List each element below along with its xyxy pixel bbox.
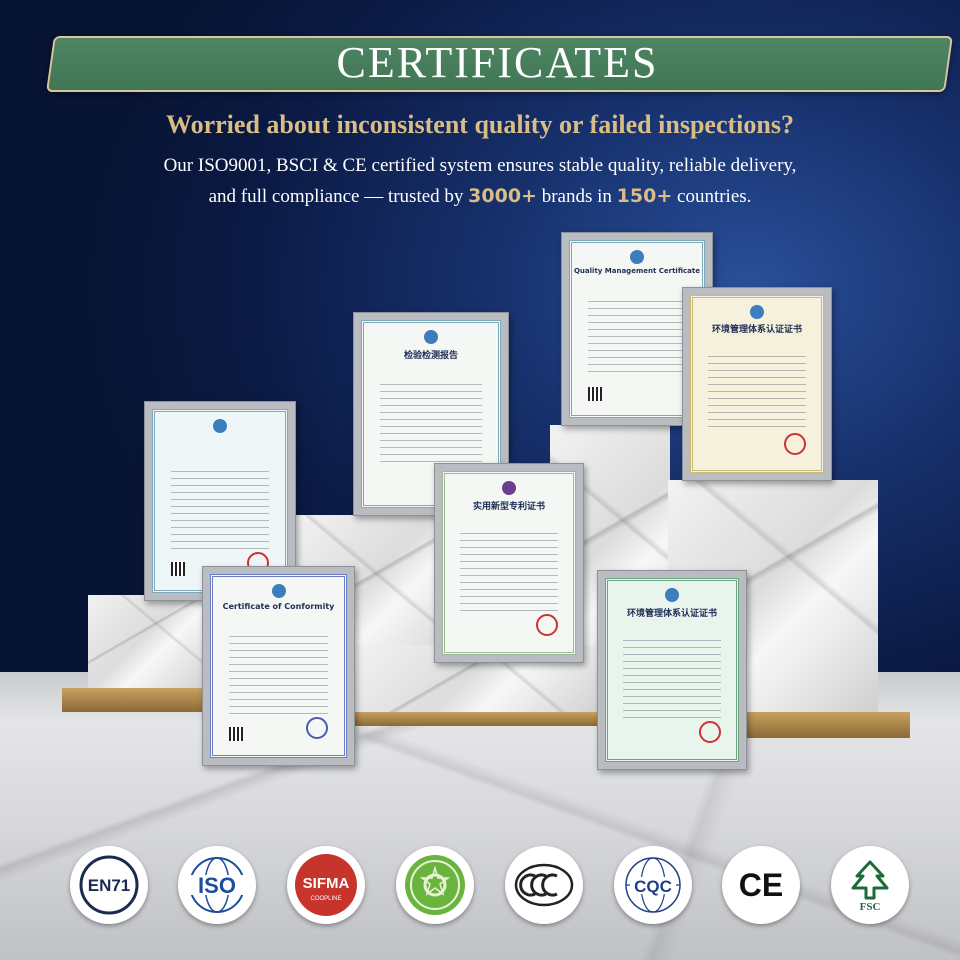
seal-icon <box>535 613 558 636</box>
green-mark-logo <box>396 846 474 924</box>
certificate-text <box>587 294 687 378</box>
fsc-label: FSC <box>860 901 881 913</box>
certificate-text <box>170 465 270 551</box>
en71-icon: EN71 <box>79 855 139 915</box>
page-title: CERTIFICATES <box>336 38 659 87</box>
subtitle: Our ISO9001, BSCI & CE certified system … <box>0 151 960 212</box>
background: CERTIFICATES Worried about inconsistent … <box>0 0 960 960</box>
en71-label: EN71 <box>88 876 131 895</box>
emblem-icon <box>213 419 227 434</box>
ccc-logo <box>505 846 583 924</box>
certificate: 环境管理体系认证证书 <box>605 578 739 762</box>
ce-label: CE <box>739 867 783 903</box>
emblem-icon <box>502 481 516 496</box>
en71-logo: EN71 <box>70 846 148 924</box>
gold-base <box>62 688 202 712</box>
ce-icon: CE <box>739 867 783 903</box>
sifma-logo: SIFMA COOPLINE <box>287 846 365 924</box>
emblem-icon <box>750 304 764 319</box>
fsc-icon: FSC <box>851 860 889 913</box>
certificate-title: 检验检测报告 <box>403 351 458 362</box>
subtitle-text: brands in <box>536 186 617 207</box>
certificate-frame: Certificate of Conformity <box>202 566 355 766</box>
green-mark-icon <box>405 855 465 915</box>
certificate-title: 环境管理体系认证证书 <box>711 325 802 336</box>
certification-logos: EN71 ISO SIFMA COOPLINE CQC CE FSC <box>0 846 960 926</box>
iso-label: ISO <box>198 873 236 898</box>
brands-count: 3000+ <box>468 185 537 207</box>
emblem-icon <box>271 584 286 599</box>
certificate-title: Certificate of Conformity <box>222 601 335 611</box>
iso-logo: ISO <box>178 846 256 924</box>
fsc-logo: FSC <box>831 846 909 924</box>
certificate: 实用新型专利证书 <box>442 471 576 655</box>
certificate-title: 实用新型专利证书 <box>472 501 545 512</box>
sifma-icon: SIFMA COOPLINE <box>295 854 357 916</box>
cqc-icon: CQC <box>625 857 681 913</box>
headline: Worried about inconsistent quality or fa… <box>166 110 794 139</box>
ce-logo: CE <box>722 846 800 924</box>
sifma-sublabel: COOPLINE <box>310 896 341 902</box>
emblem-icon <box>665 588 679 603</box>
sifma-label: SIFMA <box>303 875 350 892</box>
certificate-text <box>460 527 558 613</box>
marble-pedestal <box>88 595 208 690</box>
qr-code-icon <box>587 387 602 402</box>
certificate-text <box>708 349 806 433</box>
emblem-icon <box>424 330 438 345</box>
certificate-frame: 实用新型专利证书 <box>434 463 584 663</box>
ccc-icon <box>514 863 574 907</box>
certificate-frame: 环境管理体系认证证书 <box>682 287 832 481</box>
certificate-title: 环境管理体系认证证书 <box>626 608 717 619</box>
certificate: Certificate of Conformity <box>210 574 347 758</box>
seal-icon <box>698 720 721 743</box>
certificate-frame: 环境管理体系认证证书 <box>597 570 747 770</box>
certificate-text <box>380 377 482 465</box>
seal-icon <box>783 432 806 455</box>
subtitle-line-1: Our ISO9001, BSCI & CE certified system … <box>163 155 797 176</box>
certificate: 环境管理体系认证证书 <box>690 295 824 473</box>
certificate-text <box>623 634 721 720</box>
certificate-title: Quality Management Certificate <box>573 267 700 276</box>
subtitle-text: and full compliance — trusted by <box>208 186 469 207</box>
iso-icon: ISO <box>188 857 246 913</box>
countries-count: 150+ <box>616 185 673 207</box>
gold-base <box>735 712 910 738</box>
emblem-icon <box>630 249 644 264</box>
qr-code-icon <box>170 561 185 576</box>
seal-icon <box>306 716 329 739</box>
gold-base <box>355 712 605 726</box>
cqc-logo: CQC <box>614 846 692 924</box>
certificate-text <box>228 630 329 716</box>
subtitle-text: countries. <box>672 186 752 207</box>
subtitle-line-2: and full compliance — trusted by 3000+ b… <box>0 181 960 212</box>
cqc-label: CQC <box>634 877 672 896</box>
qr-code-icon <box>228 726 243 741</box>
